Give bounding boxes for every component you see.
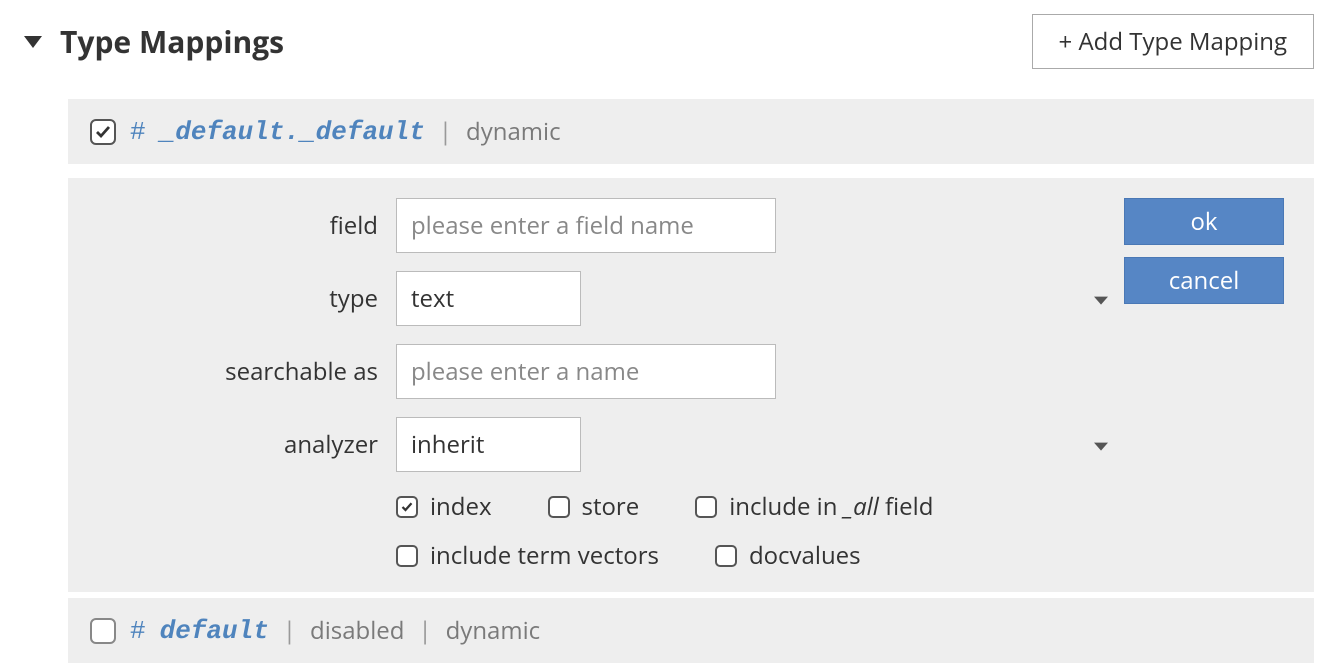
add-type-mapping-button[interactable]: + Add Type Mapping	[1032, 14, 1314, 69]
docvalues-checkbox[interactable]	[715, 545, 737, 567]
mapping-row: # _default._default | dynamic	[68, 99, 1314, 164]
hash-icon: #	[130, 616, 146, 646]
hash-icon: #	[130, 117, 146, 147]
store-checkbox[interactable]	[548, 496, 570, 518]
index-checkbox-label: index	[430, 490, 492, 523]
type-select[interactable]: text	[396, 271, 581, 326]
searchable-as-input[interactable]	[396, 344, 776, 399]
include-all-checkbox[interactable]	[695, 496, 717, 518]
mapping-enable-checkbox[interactable]	[90, 618, 116, 644]
collapse-toggle-icon[interactable]	[24, 36, 42, 48]
include-term-vectors-checkbox[interactable]	[396, 545, 418, 567]
mapping-row: # default | disabled | dynamic	[68, 598, 1314, 663]
field-name-input[interactable]	[396, 198, 776, 253]
store-checkbox-label: store	[582, 490, 640, 523]
analyzer-label: analyzer	[98, 428, 378, 461]
ok-button[interactable]: ok	[1124, 198, 1284, 245]
mapping-tag-disabled: disabled	[310, 614, 404, 647]
searchable-as-label: searchable as	[98, 355, 378, 388]
include-term-vectors-label: include term vectors	[430, 539, 659, 572]
analyzer-select[interactable]: inherit	[396, 417, 581, 472]
mapping-name[interactable]: default	[160, 616, 269, 646]
mapping-name[interactable]: _default._default	[160, 117, 425, 147]
mapping-enable-checkbox[interactable]	[90, 119, 116, 145]
docvalues-label: docvalues	[749, 539, 861, 572]
cancel-button[interactable]: cancel	[1124, 257, 1284, 304]
separator: |	[418, 614, 431, 647]
include-all-checkbox-label: include in _all field	[729, 490, 933, 523]
index-checkbox[interactable]	[396, 496, 418, 518]
section-title: Type Mappings	[60, 21, 284, 62]
separator: |	[439, 115, 452, 148]
type-label: type	[98, 282, 378, 315]
mapping-tag-dynamic: dynamic	[466, 115, 561, 148]
mapping-tag-dynamic: dynamic	[446, 614, 541, 647]
separator: |	[283, 614, 296, 647]
field-label: field	[98, 209, 378, 242]
